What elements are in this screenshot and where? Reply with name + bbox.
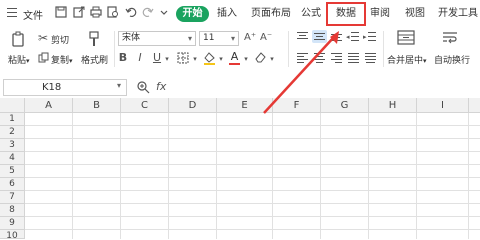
spreadsheet-window: 文件 开始 插入 页面布局 公式 数据 审阅 视图 开发工具 粘贴▾ ✂ 剪切 …: [0, 0, 480, 240]
annotation-arrow: [263, 31, 339, 114]
